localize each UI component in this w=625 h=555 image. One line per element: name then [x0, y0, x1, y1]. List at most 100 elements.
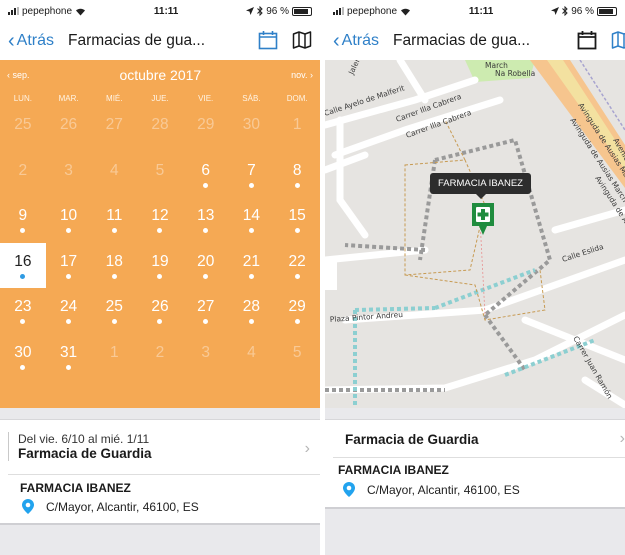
- day-cell[interactable]: 14: [229, 197, 275, 243]
- address-text: C/Mayor, Alcantir, 46100, ES: [46, 499, 199, 514]
- status-right: 96 %: [551, 6, 617, 17]
- day-number: 14: [242, 207, 261, 224]
- day-cell[interactable]: 3: [46, 152, 92, 198]
- day-cell[interactable]: 9: [0, 197, 46, 243]
- page-title: Farmacias de gua...: [393, 32, 530, 49]
- signal-icon: [333, 7, 344, 15]
- weekday-label: DOM.: [286, 93, 308, 103]
- day-cell[interactable]: 30: [0, 334, 46, 380]
- day-number: 3: [64, 161, 73, 179]
- day-cell[interactable]: 4: [229, 334, 275, 380]
- calendar-icon[interactable]: [577, 30, 597, 50]
- plaza-block: [325, 260, 337, 290]
- day-number: 25: [105, 298, 123, 315]
- day-number: 23: [14, 298, 32, 315]
- day-cell[interactable]: 15: [274, 197, 320, 243]
- day-cell[interactable]: 2: [0, 152, 46, 198]
- map-icon[interactable]: [611, 30, 625, 50]
- day-cell[interactable]: 19: [137, 243, 183, 289]
- day-number: 20: [197, 252, 215, 270]
- day-number: 17: [59, 252, 78, 270]
- back-button[interactable]: ‹ Atrás: [8, 31, 54, 51]
- bottom-band: [0, 523, 320, 555]
- divider: [333, 457, 625, 458]
- carrier-signal: pepephone: [8, 6, 86, 17]
- day-number: 30: [14, 343, 32, 361]
- day-cell[interactable]: 27: [91, 106, 137, 152]
- street-label: Na Robella: [495, 69, 535, 78]
- day-cell[interactable]: 1: [274, 106, 320, 152]
- guard-date-range: Del vie. 6/10 al mié. 1/11: [18, 432, 150, 446]
- guard-day-dot: [248, 228, 254, 233]
- guard-day-dot: [111, 228, 117, 233]
- pharmacy-address[interactable]: C/Mayor, Alcantir, 46100, ES: [343, 482, 520, 497]
- day-cell[interactable]: 22: [274, 243, 320, 289]
- pharmacy-address[interactable]: C/Mayor, Alcantir, 46100, ES: [22, 499, 199, 514]
- day-cell[interactable]: 7: [229, 152, 275, 198]
- carrier-name: pepephone: [347, 5, 398, 17]
- day-cell[interactable]: 4: [91, 152, 137, 198]
- day-cell[interactable]: 28: [229, 288, 275, 334]
- battery-icon: [597, 6, 617, 16]
- day-cell[interactable]: 5: [137, 152, 183, 198]
- day-cell[interactable]: 31: [46, 334, 92, 380]
- guard-day-dot: [66, 319, 72, 324]
- day-number: 2: [18, 161, 28, 179]
- guard-day-dot: [20, 319, 26, 324]
- day-cell[interactable]: 27: [183, 288, 229, 334]
- day-cell[interactable]: 23: [0, 288, 46, 334]
- day-cell-selected[interactable]: 16: [0, 242, 46, 288]
- day-cell[interactable]: 30: [229, 106, 275, 152]
- map-icon[interactable]: [292, 30, 312, 50]
- bluetooth-icon: [562, 6, 568, 16]
- pharmacy-name: FARMACIA IBANEZ: [338, 463, 449, 477]
- calendar-icon[interactable]: [258, 30, 278, 50]
- day-cell[interactable]: 5: [274, 334, 320, 380]
- day-cell[interactable]: 3: [183, 334, 229, 380]
- day-number: 10: [59, 207, 78, 224]
- day-number: 13: [197, 207, 215, 224]
- guard-day-dot: [66, 364, 72, 370]
- day-cell[interactable]: 25: [91, 288, 137, 334]
- day-cell[interactable]: 25: [0, 106, 46, 152]
- day-cell[interactable]: 26: [137, 288, 183, 334]
- day-cell[interactable]: 21: [229, 243, 275, 289]
- day-cell[interactable]: 20: [183, 243, 229, 289]
- day-number: 21: [242, 252, 261, 270]
- separator-band: [0, 408, 320, 420]
- day-cell[interactable]: 1: [91, 334, 137, 380]
- day-cell[interactable]: 29: [183, 106, 229, 152]
- map-view[interactable]: Calle Ayelo de Malferit Carrer Illa Cabr…: [325, 60, 625, 408]
- guard-day-dot: [203, 228, 209, 233]
- location-arrow-icon: [551, 7, 560, 15]
- day-cell[interactable]: 11: [91, 197, 137, 243]
- clock: 11:11: [153, 5, 179, 17]
- day-number: 27: [197, 298, 215, 315]
- day-cell[interactable]: 2: [137, 334, 183, 380]
- next-month-button[interactable]: nov. ›: [291, 70, 313, 80]
- day-number: 16: [14, 252, 32, 270]
- day-number: 2: [155, 343, 165, 361]
- day-cell[interactable]: 29: [274, 288, 320, 334]
- day-cell[interactable]: 10: [46, 197, 92, 243]
- weekday-label: MIÉ.: [106, 93, 123, 103]
- day-cell[interactable]: 17: [46, 243, 92, 289]
- guard-period-row[interactable]: Del vie. 6/10 al mié. 1/11 Farmacia de G…: [0, 420, 320, 480]
- previous-month-button[interactable]: ‹ sep.: [7, 70, 30, 80]
- day-cell[interactable]: 6: [183, 152, 229, 198]
- day-cell[interactable]: 13: [183, 197, 229, 243]
- day-cell[interactable]: 18: [91, 243, 137, 289]
- back-button[interactable]: ‹ Atrás: [333, 31, 379, 51]
- guard-title-row[interactable]: Farmacia de Guardia ›: [325, 420, 625, 456]
- guard-day-dot: [20, 228, 26, 233]
- pharmacy-marker-icon[interactable]: [471, 202, 495, 236]
- calendar-header: ‹ sep. octubre 2017 nov. ›: [0, 60, 320, 90]
- day-cell[interactable]: 28: [137, 106, 183, 152]
- day-cell[interactable]: 26: [46, 106, 92, 152]
- day-cell[interactable]: 8: [274, 152, 320, 198]
- location-arrow-icon: [246, 7, 255, 15]
- day-cell[interactable]: 12: [137, 197, 183, 243]
- day-cell[interactable]: 24: [46, 288, 92, 334]
- day-number: 5: [155, 161, 165, 179]
- marker-tooltip[interactable]: FARMACIA IBANEZ: [430, 173, 531, 199]
